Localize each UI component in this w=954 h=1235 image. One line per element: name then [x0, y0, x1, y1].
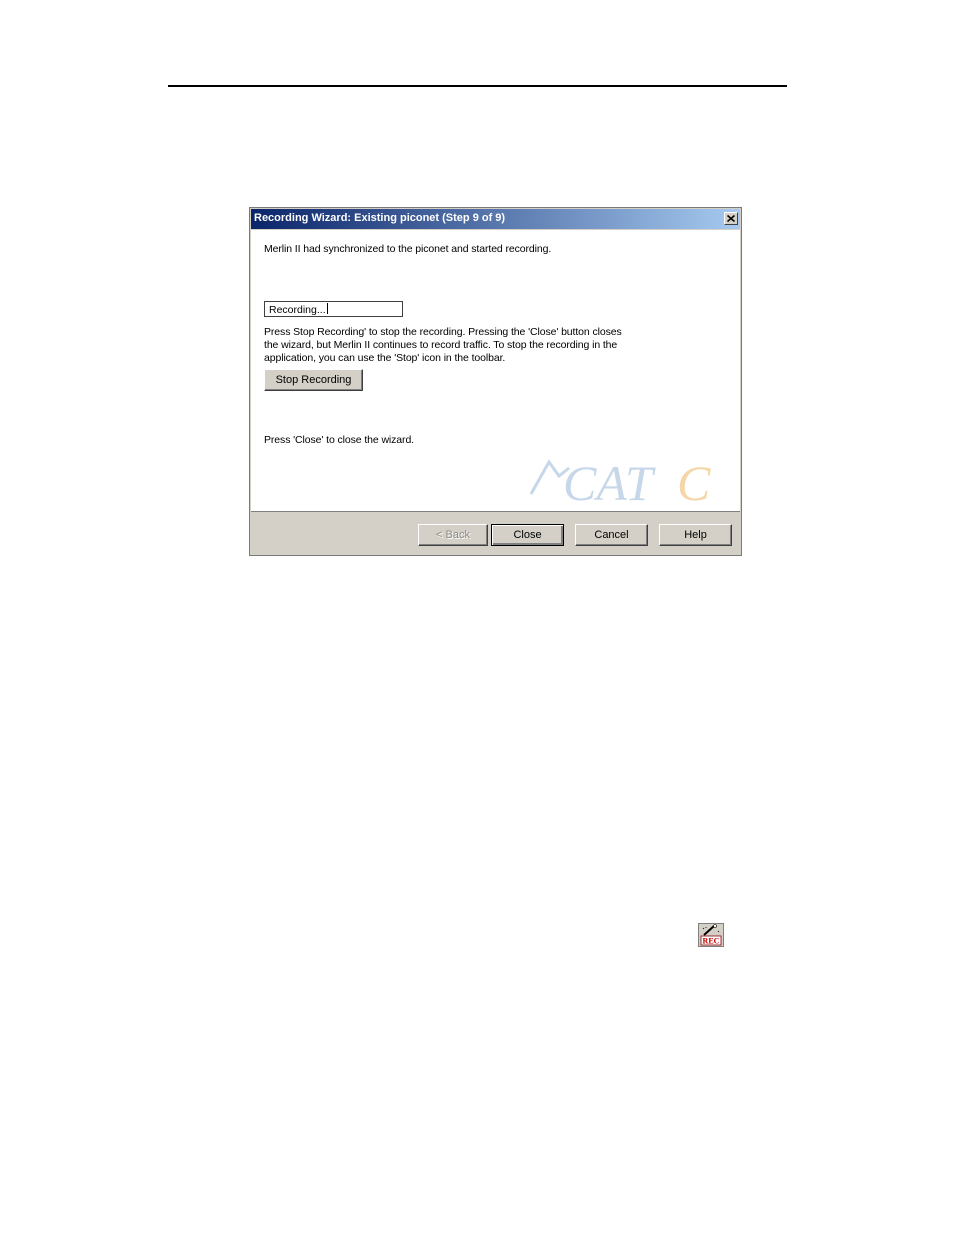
- stop-instructions: Press Stop Recording' to stop the record…: [264, 326, 644, 365]
- close-icon[interactable]: [724, 212, 738, 225]
- svg-text:C: C: [677, 455, 711, 506]
- instruction-line: the wizard, but Merlin II continues to r…: [264, 339, 618, 351]
- dialog-title: Recording Wizard: Existing piconet (Step…: [254, 212, 506, 224]
- help-button[interactable]: Help: [659, 524, 732, 546]
- rec-icon-label: REC: [703, 937, 720, 946]
- back-button[interactable]: < Back: [418, 524, 488, 546]
- svg-text:CAT: CAT: [563, 455, 656, 506]
- wizard-content: Merlin II had synchronized to the picone…: [251, 230, 740, 512]
- sync-message: Merlin II had synchronized to the picone…: [264, 243, 552, 255]
- title-bar: Recording Wizard: Existing piconet (Step…: [251, 209, 740, 229]
- catc-logo: CAT C: [529, 455, 711, 506]
- close-hint: Press 'Close' to close the wizard.: [264, 434, 415, 446]
- close-button[interactable]: Close: [491, 524, 564, 546]
- recording-wizard-dialog: Recording Wizard: Existing piconet (Step…: [249, 207, 742, 556]
- instruction-line: Press Stop Recording' to stop the record…: [264, 326, 622, 338]
- recording-status-text: Recording...: [269, 304, 326, 316]
- cancel-button[interactable]: Cancel: [575, 524, 648, 546]
- recording-status-field: Recording...: [264, 301, 403, 317]
- instruction-line: application, you can use the 'Stop' icon…: [264, 352, 506, 364]
- page-header-rule: [168, 85, 787, 87]
- text-caret: [326, 303, 328, 314]
- stop-recording-button[interactable]: Stop Recording: [264, 369, 363, 391]
- record-wizard-icon: REC: [698, 923, 724, 947]
